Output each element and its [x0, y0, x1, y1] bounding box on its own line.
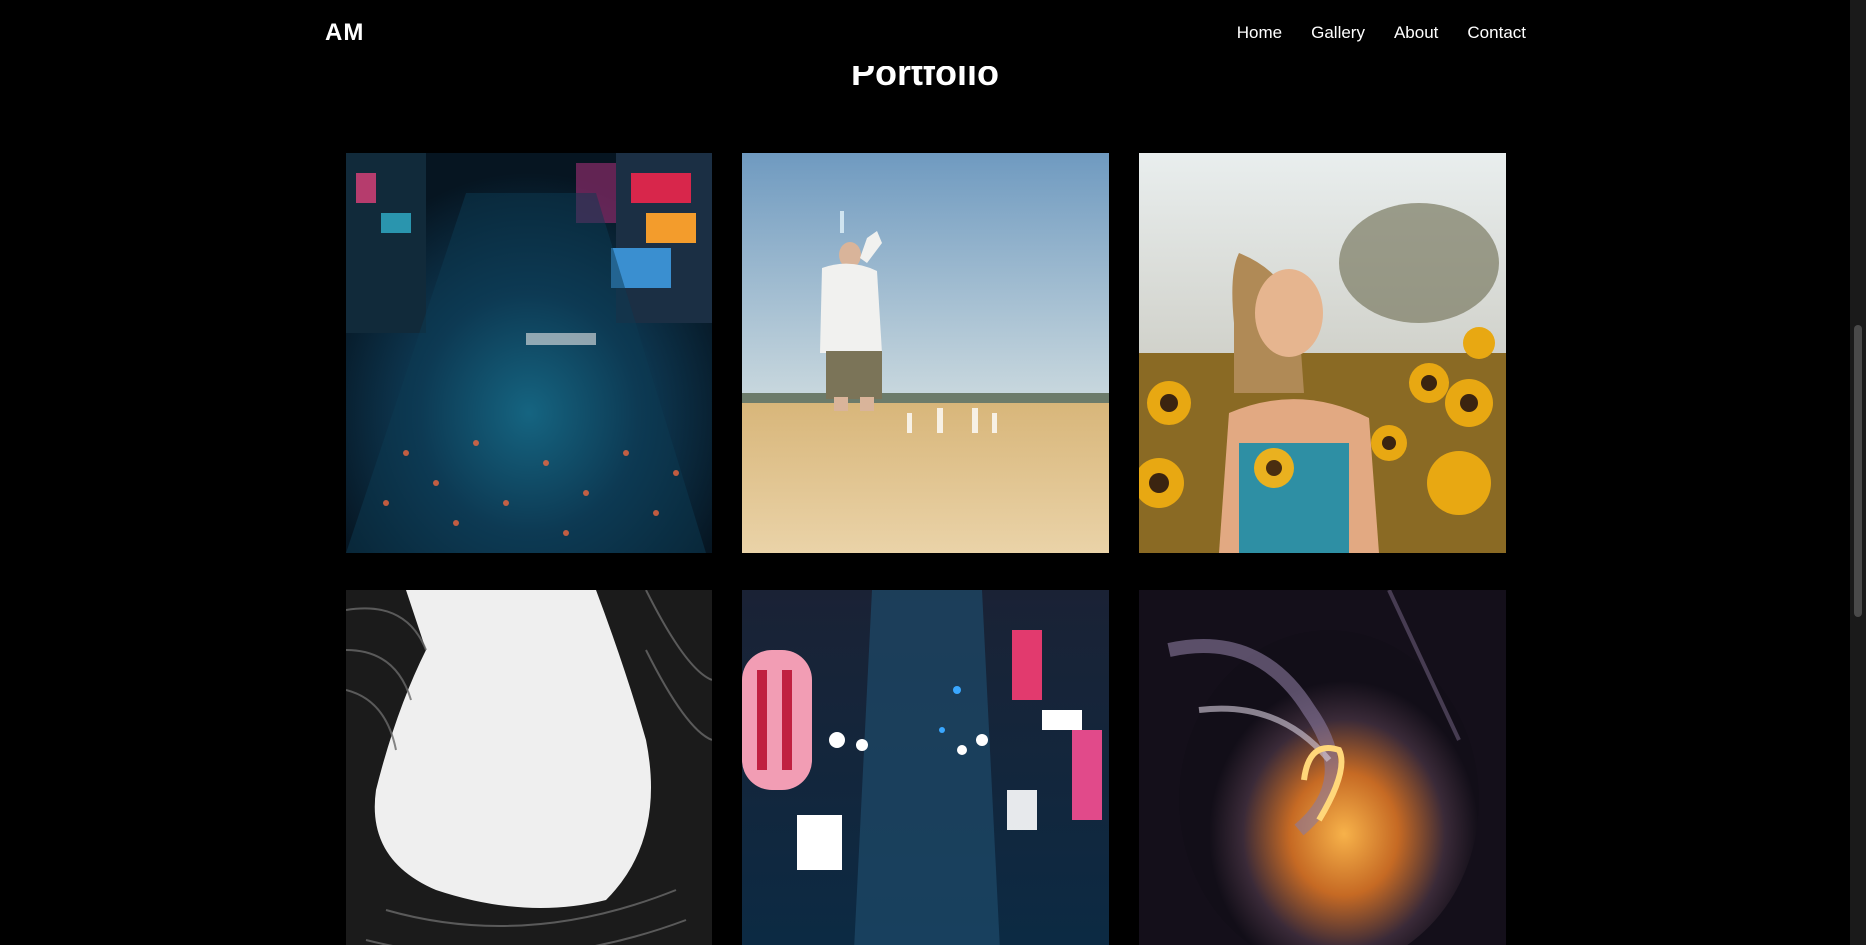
- nav-link-about[interactable]: About: [1394, 23, 1438, 43]
- gallery-image-sunflower-woman[interactable]: [1139, 153, 1506, 553]
- portfolio-gallery: [346, 153, 1506, 945]
- nav-link-gallery[interactable]: Gallery: [1311, 23, 1365, 43]
- gallery-image-neon-alley[interactable]: [742, 590, 1109, 945]
- gallery-image-ink-swirl[interactable]: [1139, 590, 1506, 945]
- nav-link-home[interactable]: Home: [1237, 23, 1282, 43]
- page-scrollbar[interactable]: [1850, 0, 1866, 945]
- page: AM Home Gallery About Contact Portfolio: [0, 0, 1866, 945]
- scrollbar-thumb[interactable]: [1854, 325, 1862, 617]
- site-header: AM Home Gallery About Contact: [0, 0, 1850, 66]
- main-nav: Home Gallery About Contact: [1237, 23, 1526, 43]
- site-logo[interactable]: AM: [325, 19, 364, 47]
- nav-link-contact[interactable]: Contact: [1467, 23, 1526, 43]
- gallery-image-desert-man[interactable]: [742, 153, 1109, 553]
- gallery-image-curved-building[interactable]: [346, 590, 712, 945]
- gallery-image-city-crossing[interactable]: [346, 153, 712, 553]
